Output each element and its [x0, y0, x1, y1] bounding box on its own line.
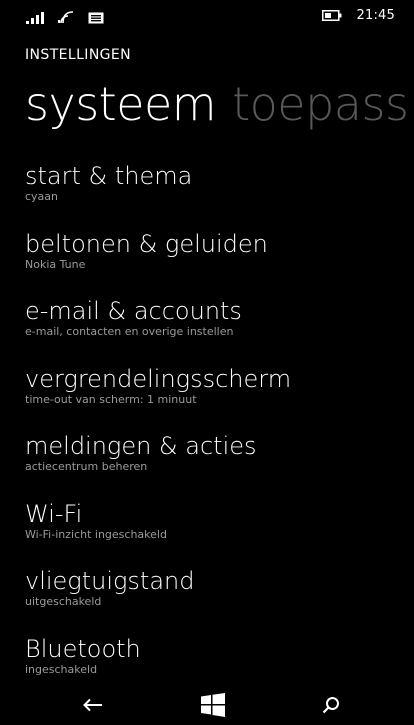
item-subtitle: ingeschakeld: [25, 662, 98, 676]
battery-icon: [321, 10, 342, 21]
item-subtitle: time-out van scherm: 1 minuut: [25, 392, 197, 406]
search-icon: [322, 697, 339, 714]
item-subtitle: uitgeschakeld: [25, 595, 102, 608]
search-button[interactable]: [311, 691, 351, 719]
settings-item-start-thema[interactable]: start & thema cyaan: [25, 160, 405, 228]
item-title: beltonen & geluiden: [25, 229, 268, 258]
item-title: start & thema: [25, 162, 193, 190]
back-button[interactable]: [73, 691, 113, 719]
item-subtitle: e-mail, contacten en overige instellen: [25, 325, 234, 338]
navigation-bar: [0, 685, 414, 725]
message-icon: [88, 12, 104, 24]
item-title: Bluetooth: [25, 634, 141, 663]
settings-item-beltonen[interactable]: beltonen & geluiden Nokia Tune: [25, 228, 405, 296]
wifi-icon: [58, 10, 74, 24]
pivot-item-systeem[interactable]: systeem: [25, 77, 217, 131]
item-title: vergrendelingsscherm: [25, 364, 292, 393]
settings-item-email-accounts[interactable]: e-mail & accounts e-mail, contacten en o…: [25, 295, 405, 363]
signal-icon: [26, 12, 44, 24]
item-title: vliegtuigstand: [25, 567, 195, 595]
settings-list: start & thema cyaan beltonen & geluiden …: [25, 160, 405, 700]
item-subtitle: Nokia Tune: [25, 257, 86, 271]
clock: 21:45: [356, 8, 395, 23]
pivot-item-toepassingen[interactable]: toepass: [232, 77, 409, 131]
item-subtitle: cyaan: [25, 190, 59, 203]
status-bar: 21:45: [0, 0, 414, 34]
windows-start-icon: [201, 693, 225, 717]
app-title: INSTELLINGEN: [25, 47, 132, 63]
settings-item-meldingen[interactable]: meldingen & acties actiecentrum beheren: [25, 430, 405, 498]
item-subtitle: Wi-Fi-inzicht ingeschakeld: [25, 527, 167, 541]
back-arrow-icon: [83, 698, 102, 712]
status-icons: [26, 10, 104, 24]
settings-item-vergrendelingsscherm[interactable]: vergrendelingsscherm time-out van scherm…: [25, 363, 405, 431]
status-right: 21:45: [321, 8, 395, 23]
item-subtitle: actiecentrum beheren: [25, 460, 148, 473]
settings-item-wifi[interactable]: Wi-Fi Wi-Fi-inzicht ingeschakeld: [25, 498, 405, 566]
settings-item-vliegtuigstand[interactable]: vliegtuigstand uitgeschakeld: [25, 565, 405, 633]
item-title: meldingen & acties: [25, 432, 257, 460]
item-title: e-mail & accounts: [25, 297, 242, 325]
pivot-header: systeem toepass: [25, 72, 409, 136]
item-title: Wi-Fi: [25, 499, 83, 528]
start-button[interactable]: [193, 691, 233, 719]
